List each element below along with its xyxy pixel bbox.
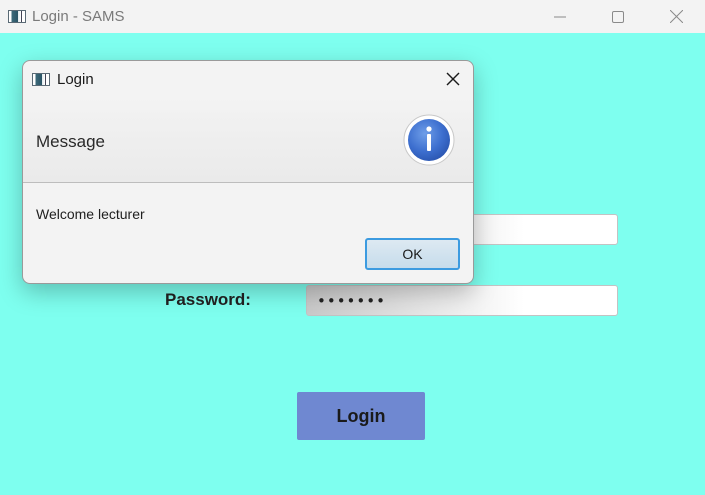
maximize-button[interactable] [589, 0, 647, 33]
dialog-title: Login [57, 70, 94, 88]
login-window: Login - SAMS Password: Login [0, 0, 705, 495]
window-titlebar[interactable]: Login - SAMS [0, 0, 705, 33]
close-icon [446, 72, 460, 86]
dialog-titlebar[interactable]: Login [23, 61, 473, 97]
dialog-header: Message [23, 97, 473, 183]
password-field[interactable] [306, 285, 618, 316]
minimize-button[interactable] [531, 0, 589, 33]
window-title: Login - SAMS [32, 8, 125, 25]
login-button[interactable]: Login [297, 392, 425, 440]
dialog-app-icon [32, 72, 50, 86]
minimize-icon [554, 16, 566, 17]
message-dialog: Login Message Welcome lecturer OK [22, 60, 474, 284]
ok-button[interactable]: OK [365, 238, 460, 270]
dialog-header-text: Message [36, 132, 105, 151]
window-controls [531, 0, 705, 33]
password-label: Password: [165, 290, 251, 309]
dialog-message: Welcome lecturer [36, 206, 145, 222]
app-icon [8, 10, 26, 23]
maximize-icon [612, 10, 624, 23]
dialog-close-button[interactable] [441, 67, 465, 91]
info-icon [403, 114, 455, 166]
close-button[interactable] [647, 0, 705, 33]
close-icon [669, 10, 683, 23]
